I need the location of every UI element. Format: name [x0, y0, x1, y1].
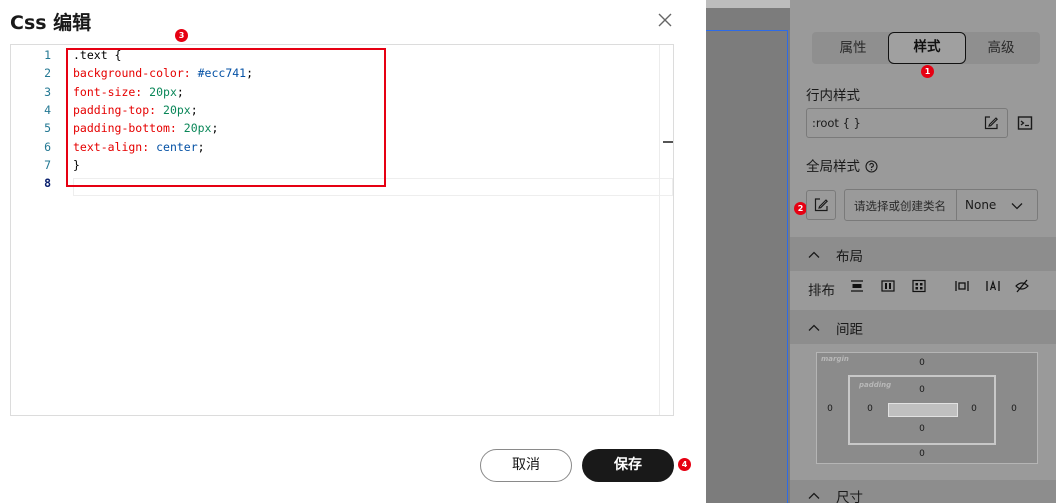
edit-icon[interactable] — [983, 115, 999, 131]
spacing-section-header[interactable] — [790, 310, 1056, 344]
inline-style-label: 行内样式 — [806, 88, 860, 104]
chevron-up-icon[interactable] — [807, 320, 821, 334]
padding-bottom-value[interactable]: 0 — [914, 424, 930, 434]
cancel-button[interactable]: 取消 — [480, 449, 572, 482]
global-style-edit-button[interactable] — [806, 190, 836, 220]
padding-left-value[interactable]: 0 — [862, 404, 878, 414]
line-number: 7 — [44, 157, 51, 172]
margin-left-value[interactable]: 0 — [822, 404, 838, 414]
save-button[interactable]: 保存 — [582, 449, 674, 482]
layout-section-header[interactable] — [790, 237, 1056, 271]
chevron-down-icon[interactable] — [1010, 198, 1024, 212]
margin-label: margin — [821, 355, 849, 363]
css-edit-dialog: Css 编辑 3 12345678 .text {background-colo… — [0, 0, 706, 503]
line-number: 4 — [44, 102, 51, 117]
tab-advanced[interactable]: 高级 — [966, 32, 1036, 64]
layout-section-title: 布局 — [836, 249, 863, 265]
highlight-box — [66, 48, 386, 187]
help-icon[interactable] — [865, 158, 878, 173]
tab-properties[interactable]: 属性 — [818, 32, 888, 64]
line-number: 5 — [44, 121, 51, 136]
line-number: 6 — [44, 139, 51, 154]
close-icon[interactable] — [655, 10, 675, 30]
overview-ruler-mark — [663, 141, 673, 143]
select-divider — [956, 190, 957, 220]
line-number: 1 — [44, 48, 51, 62]
line-number: 8 — [44, 176, 51, 191]
chevron-up-icon[interactable] — [807, 488, 821, 502]
class-name-value: None — [965, 198, 997, 212]
arrange-label: 排布 — [808, 283, 835, 299]
margin-bottom-value[interactable]: 0 — [914, 449, 930, 459]
global-style-label: 全局样式 — [806, 159, 860, 175]
editor-scrollbar[interactable] — [659, 45, 673, 415]
padding-label: padding — [859, 381, 892, 389]
step-badge-4: 4 — [678, 458, 691, 471]
margin-right-value[interactable]: 0 — [1006, 404, 1022, 414]
layout-hidden-icon[interactable] — [1014, 278, 1030, 294]
layout-grid-icon[interactable] — [911, 278, 927, 294]
chevron-up-icon[interactable] — [807, 247, 821, 261]
layout-inline-block-icon[interactable] — [954, 278, 970, 294]
selected-component-outline — [706, 30, 788, 503]
line-number: 2 — [44, 66, 51, 81]
content-box — [888, 403, 958, 417]
size-section-header[interactable] — [790, 480, 1056, 503]
spacing-section-title: 间距 — [836, 322, 863, 338]
layout-inline-icon[interactable] — [985, 278, 1001, 294]
canvas-ruler — [706, 0, 790, 8]
line-number: 3 — [44, 84, 51, 99]
padding-right-value[interactable]: 0 — [966, 404, 982, 414]
margin-top-value[interactable]: 0 — [914, 358, 930, 368]
class-name-placeholder: 请选择或创建类名 — [854, 199, 946, 213]
inline-style-value: :root { } — [812, 116, 861, 130]
dialog-title: Css 编辑 — [10, 12, 92, 34]
edit-icon — [814, 198, 828, 212]
line-number-gutter: 1 2 3 4 5 6 7 8 — [11, 45, 59, 415]
step-badge-3: 3 — [175, 29, 188, 42]
tab-style[interactable]: 样式 — [888, 32, 966, 64]
terminal-icon[interactable] — [1017, 115, 1033, 131]
layout-block-icon[interactable] — [849, 278, 865, 294]
layout-columns-icon[interactable] — [880, 278, 896, 294]
size-section-title: 尺寸 — [836, 490, 863, 503]
padding-top-value[interactable]: 0 — [914, 385, 930, 395]
step-badge-1: 1 — [921, 65, 934, 78]
